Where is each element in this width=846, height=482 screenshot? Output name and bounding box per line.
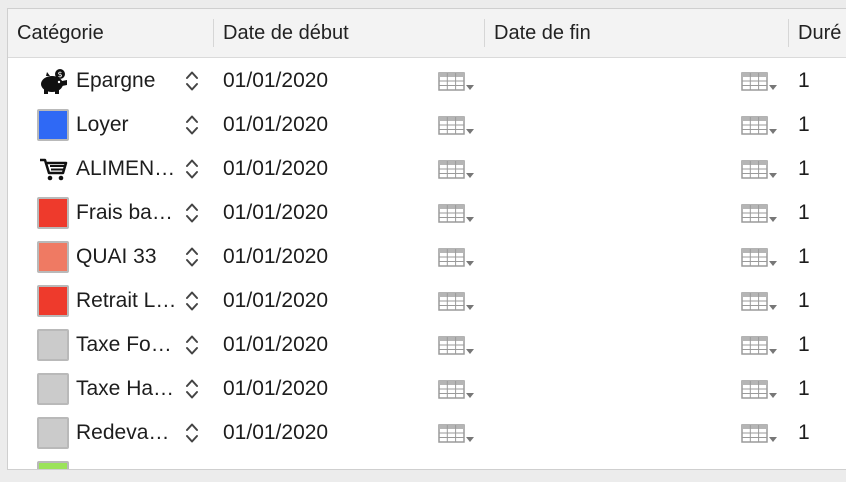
category-label: Loyer — [76, 113, 129, 136]
end-date-calendar-icon[interactable] — [741, 115, 781, 137]
end-date-calendar-icon[interactable] — [741, 247, 781, 269]
category-color-swatch — [37, 329, 69, 361]
end-date-calendar-icon[interactable] — [741, 203, 781, 225]
end-date-calendar-icon[interactable] — [741, 335, 781, 357]
table-row[interactable]: Loyer 01/01/2020 1 — [8, 103, 846, 147]
category-popup-chevron-icon[interactable] — [184, 113, 200, 137]
duration-field[interactable]: 1 — [798, 279, 810, 323]
table-row[interactable]: QUAI 33 01/01/2020 1 — [8, 235, 846, 279]
category-label: Epargne — [76, 69, 156, 92]
start-date-calendar-icon[interactable] — [438, 159, 478, 181]
table-row[interactable]: $ Epargne 01/01/2020 1 — [8, 59, 846, 103]
category-label: Taxe Ha… — [76, 377, 175, 400]
category-color-swatch — [37, 241, 69, 273]
category-label: Redeva… — [76, 421, 170, 444]
table-row[interactable]: Redeva… 01/01/2020 1 — [8, 411, 846, 455]
start-date-field[interactable]: 01/01/2020 — [223, 191, 328, 235]
category-popup-chevron-icon[interactable] — [184, 69, 200, 93]
category-label: Taxe Fo… — [76, 333, 172, 356]
category-color-swatch — [37, 197, 69, 229]
table-row[interactable] — [8, 455, 846, 469]
start-date-field[interactable]: 01/01/2020 — [223, 279, 328, 323]
duration-field[interactable]: 1 — [798, 103, 810, 147]
category-color-swatch — [37, 417, 69, 449]
end-date-calendar-icon[interactable] — [741, 423, 781, 445]
table-row[interactable]: Taxe Ha… 01/01/2020 1 — [8, 367, 846, 411]
start-date-calendar-icon[interactable] — [438, 335, 478, 357]
category-color-swatch — [37, 285, 69, 317]
end-date-calendar-icon[interactable] — [741, 71, 781, 93]
start-date-field[interactable]: 01/01/2020 — [223, 59, 328, 103]
table-header: Catégorie Date de début Date de fin Duré — [8, 9, 846, 58]
category-label: QUAI 33 — [76, 245, 157, 268]
category-popup-chevron-icon[interactable] — [184, 289, 200, 313]
duration-field[interactable]: 1 — [798, 147, 810, 191]
column-header-end-date[interactable]: Date de fin — [485, 9, 788, 57]
start-date-field[interactable]: 01/01/2020 — [223, 103, 328, 147]
duration-field[interactable]: 1 — [798, 411, 810, 455]
start-date-calendar-icon[interactable] — [438, 247, 478, 269]
category-popup-chevron-icon[interactable] — [184, 201, 200, 225]
start-date-calendar-icon[interactable] — [438, 115, 478, 137]
table-row[interactable]: Taxe Fo… 01/01/2020 1 — [8, 323, 846, 367]
category-table: Catégorie Date de début Date de fin Duré… — [7, 8, 846, 470]
end-date-calendar-icon[interactable] — [741, 159, 781, 181]
column-header-start-date[interactable]: Date de début — [214, 9, 484, 57]
column-header-category[interactable]: Catégorie — [8, 9, 213, 57]
duration-field[interactable]: 1 — [798, 367, 810, 411]
category-color-swatch — [37, 373, 69, 405]
end-date-calendar-icon[interactable] — [741, 291, 781, 313]
category-popup-chevron-icon[interactable] — [184, 377, 200, 401]
start-date-field[interactable]: 01/01/2020 — [223, 147, 328, 191]
start-date-calendar-icon[interactable] — [438, 291, 478, 313]
start-date-field[interactable]: 01/01/2020 — [223, 323, 328, 367]
start-date-field[interactable]: 01/01/2020 — [223, 411, 328, 455]
start-date-field[interactable]: 01/01/2020 — [223, 235, 328, 279]
category-label: ALIMEN… — [76, 157, 176, 180]
duration-field[interactable]: 1 — [798, 323, 810, 367]
table-row[interactable]: ALIMEN… 01/01/2020 1 — [8, 147, 846, 191]
duration-field[interactable]: 1 — [798, 191, 810, 235]
column-header-duration[interactable]: Duré — [789, 9, 846, 57]
svg-text:$: $ — [57, 70, 62, 79]
table-row[interactable]: Frais ba… 01/01/2020 1 — [8, 191, 846, 235]
piggy-bank-icon: $ — [37, 65, 69, 97]
category-popup-chevron-icon[interactable] — [184, 333, 200, 357]
table-row[interactable]: Retrait L… 01/01/2020 1 — [8, 279, 846, 323]
end-date-calendar-icon[interactable] — [741, 379, 781, 401]
start-date-calendar-icon[interactable] — [438, 203, 478, 225]
duration-field[interactable]: 1 — [798, 59, 810, 103]
start-date-calendar-icon[interactable] — [438, 379, 478, 401]
category-label: Frais ba… — [76, 201, 173, 224]
category-color-swatch — [37, 461, 69, 469]
duration-field[interactable]: 1 — [798, 235, 810, 279]
category-popup-chevron-icon[interactable] — [184, 421, 200, 445]
start-date-calendar-icon[interactable] — [438, 423, 478, 445]
category-popup-chevron-icon[interactable] — [184, 157, 200, 181]
category-popup-chevron-icon[interactable] — [184, 245, 200, 269]
category-label: Retrait L… — [76, 289, 177, 312]
start-date-field[interactable]: 01/01/2020 — [223, 367, 328, 411]
category-color-swatch — [37, 109, 69, 141]
shopping-cart-icon — [37, 153, 69, 185]
start-date-calendar-icon[interactable] — [438, 71, 478, 93]
